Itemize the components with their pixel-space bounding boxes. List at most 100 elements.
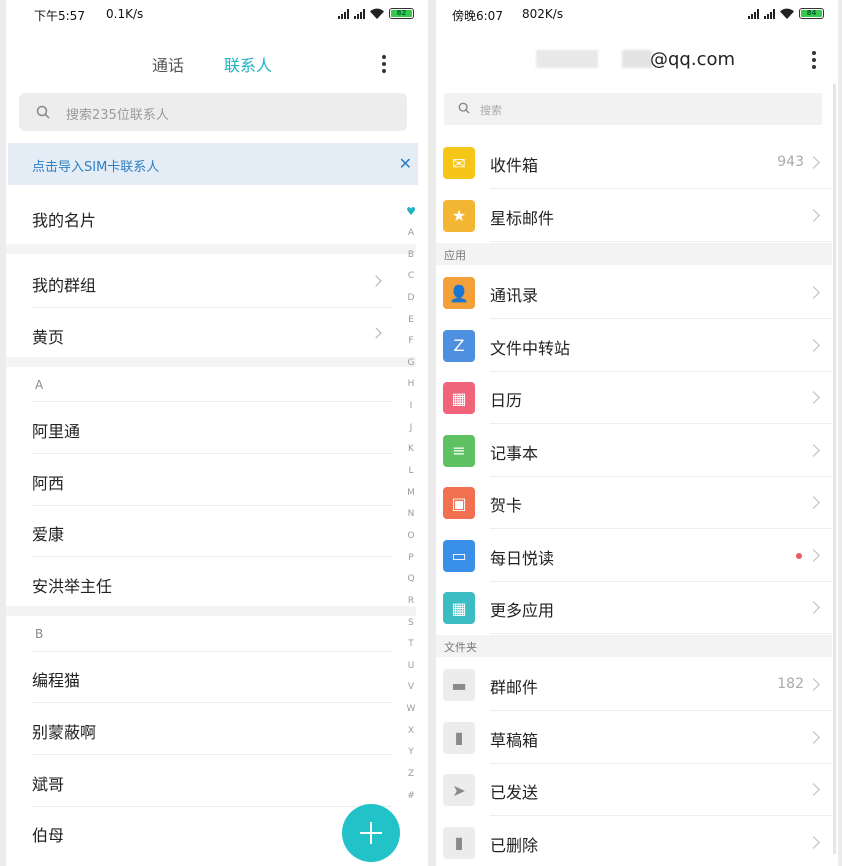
mail-list-item[interactable]: ▮ 草稿箱	[436, 712, 832, 764]
alphabet-letter[interactable]: W	[404, 699, 418, 721]
contact-item[interactable]: 安洪举主任	[32, 573, 112, 597]
search-bar[interactable]: 搜索	[444, 93, 822, 125]
contact-item[interactable]: 爱康	[32, 521, 64, 545]
signal-icon	[764, 8, 775, 19]
add-contact-button[interactable]	[342, 804, 400, 862]
inbox-icon: ✉	[443, 147, 475, 179]
search-input[interactable]: 搜索235位联系人	[66, 104, 169, 123]
status-speed: 802K/s	[522, 7, 564, 21]
mail-list-item[interactable]: 👤 通讯录	[436, 267, 832, 319]
search-bar[interactable]: 搜索235位联系人	[19, 93, 407, 131]
alphabet-letter[interactable]: Y	[404, 742, 418, 764]
alphabet-letter[interactable]: Z	[404, 764, 418, 786]
contact-item[interactable]: 斌哥	[32, 771, 64, 795]
more-options-icon[interactable]	[382, 55, 386, 76]
alphabet-letter[interactable]: A	[404, 223, 418, 245]
chevron-right-icon	[370, 275, 382, 287]
alphabet-letter[interactable]: F	[404, 331, 418, 353]
mail-list-item[interactable]: ▬ 群邮件 182	[436, 659, 832, 711]
tab-bar: 通话 联系人	[6, 52, 428, 76]
alphabet-letter[interactable]: S	[404, 613, 418, 635]
my-groups[interactable]: 我的群组	[32, 272, 96, 296]
status-bar: 下午5:57 0.1K/s 82	[6, 0, 428, 30]
chevron-right-icon	[807, 548, 820, 562]
scrollbar[interactable]	[833, 84, 836, 854]
mail-list-item[interactable]: Z 文件中转站	[436, 320, 832, 372]
item-label: 通讯录	[490, 286, 539, 305]
alphabet-letter[interactable]: T	[404, 634, 418, 656]
trash-icon: ▮	[443, 826, 475, 859]
mail-list-item[interactable]: ▦ 日历	[436, 372, 832, 424]
alphabet-letter[interactable]: P	[404, 548, 418, 570]
alphabet-letter[interactable]: L	[404, 461, 418, 483]
mail-list-item[interactable]: ▭ 每日悦读	[436, 530, 832, 582]
mail-list-item[interactable]: ★ 星标邮件	[436, 190, 832, 242]
contact-item[interactable]: 编程猫	[32, 667, 80, 691]
alphabet-letter[interactable]: O	[404, 526, 418, 548]
mail-list-item[interactable]: ➤ 已发送	[436, 764, 832, 816]
alphabet-letter[interactable]: N	[404, 504, 418, 526]
my-card[interactable]: 我的名片	[32, 207, 96, 231]
mail-list-item[interactable]: ✉ 收件箱 943	[436, 137, 832, 189]
alphabet-letter[interactable]: Q	[404, 569, 418, 591]
redacted-text	[536, 50, 598, 68]
mail-list-item[interactable]: ▮ 已删除	[436, 817, 832, 866]
alphabet-letter[interactable]: G	[404, 353, 418, 375]
mail-list-item[interactable]: ≡ 记事本	[436, 425, 832, 477]
close-icon[interactable]: ✕	[399, 154, 412, 173]
alphabet-letter[interactable]: E	[404, 310, 418, 332]
favorites-heart-icon[interactable]: ♥	[404, 205, 418, 223]
alphabet-letter[interactable]: V	[404, 677, 418, 699]
alphabet-letter[interactable]: #	[404, 786, 418, 808]
contact-item[interactable]: 别蒙蔽啊	[32, 719, 96, 743]
signal-icon	[748, 8, 759, 19]
item-count: 182	[777, 676, 804, 692]
chevron-right-icon	[807, 391, 820, 404]
alphabet-letter[interactable]: X	[404, 721, 418, 743]
mail-list-item[interactable]: ▣ 贺卡	[436, 477, 832, 529]
alphabet-letter[interactable]: R	[404, 591, 418, 613]
contact-item[interactable]: 阿里通	[32, 418, 80, 442]
alphabet-letter[interactable]: C	[404, 266, 418, 288]
alphabet-index[interactable]: ♥ A B C D E F G H I J K L M N O P Q R S T U V W X Y Z #	[404, 205, 418, 807]
import-sim-banner[interactable]: 点击导入SIM卡联系人 ✕	[8, 143, 418, 185]
alphabet-letter[interactable]: U	[404, 656, 418, 678]
divider	[490, 633, 832, 634]
divider	[490, 240, 832, 242]
yellow-pages[interactable]: 黄页	[32, 324, 64, 348]
chevron-right-icon	[807, 678, 820, 691]
battery-icon: 82	[389, 8, 414, 19]
folder-icon: ▬	[443, 669, 475, 701]
group-header-label: 应用	[444, 249, 466, 262]
alphabet-letter[interactable]: D	[404, 288, 418, 310]
contact-item[interactable]: 阿西	[32, 470, 64, 494]
account-email: @qq.com	[650, 49, 736, 70]
chevron-right-icon	[807, 208, 820, 222]
mail-list-item[interactable]: ▦ 更多应用	[436, 582, 832, 634]
alphabet-letter[interactable]: J	[404, 418, 418, 440]
alphabet-letter[interactable]: I	[404, 396, 418, 418]
alphabet-letter[interactable]: B	[404, 245, 418, 267]
tab-contacts[interactable]: 联系人	[224, 52, 272, 76]
import-sim-link[interactable]: 点击导入SIM卡联系人	[32, 156, 159, 175]
notepad-icon: ≡	[443, 434, 475, 467]
alphabet-letter[interactable]: H	[404, 374, 418, 396]
group-header: 应用	[436, 243, 832, 265]
file-transfer-icon: Z	[443, 329, 475, 362]
search-icon	[458, 102, 470, 114]
divider	[32, 453, 392, 454]
alphabet-letter[interactable]: K	[404, 439, 418, 461]
daily-reading-icon: ▭	[443, 539, 475, 572]
signal-icon	[338, 8, 349, 19]
mail-screen: 傍晚6:07 802K/s 84 @qq.com 搜索 ✉ 收件箱 943 ★ 星标邮件…	[436, 0, 838, 866]
status-speed: 0.1K/s	[106, 7, 144, 21]
alphabet-letter[interactable]: M	[404, 483, 418, 505]
more-options-icon[interactable]	[812, 51, 816, 72]
contact-item[interactable]: 伯母	[32, 822, 64, 846]
calendar-icon: ▦	[443, 382, 475, 414]
wifi-icon	[370, 8, 384, 19]
search-input[interactable]: 搜索	[480, 102, 502, 118]
tab-calls[interactable]: 通话	[152, 52, 184, 76]
account-selector[interactable]: @qq.com	[536, 48, 736, 72]
divider	[32, 651, 392, 652]
